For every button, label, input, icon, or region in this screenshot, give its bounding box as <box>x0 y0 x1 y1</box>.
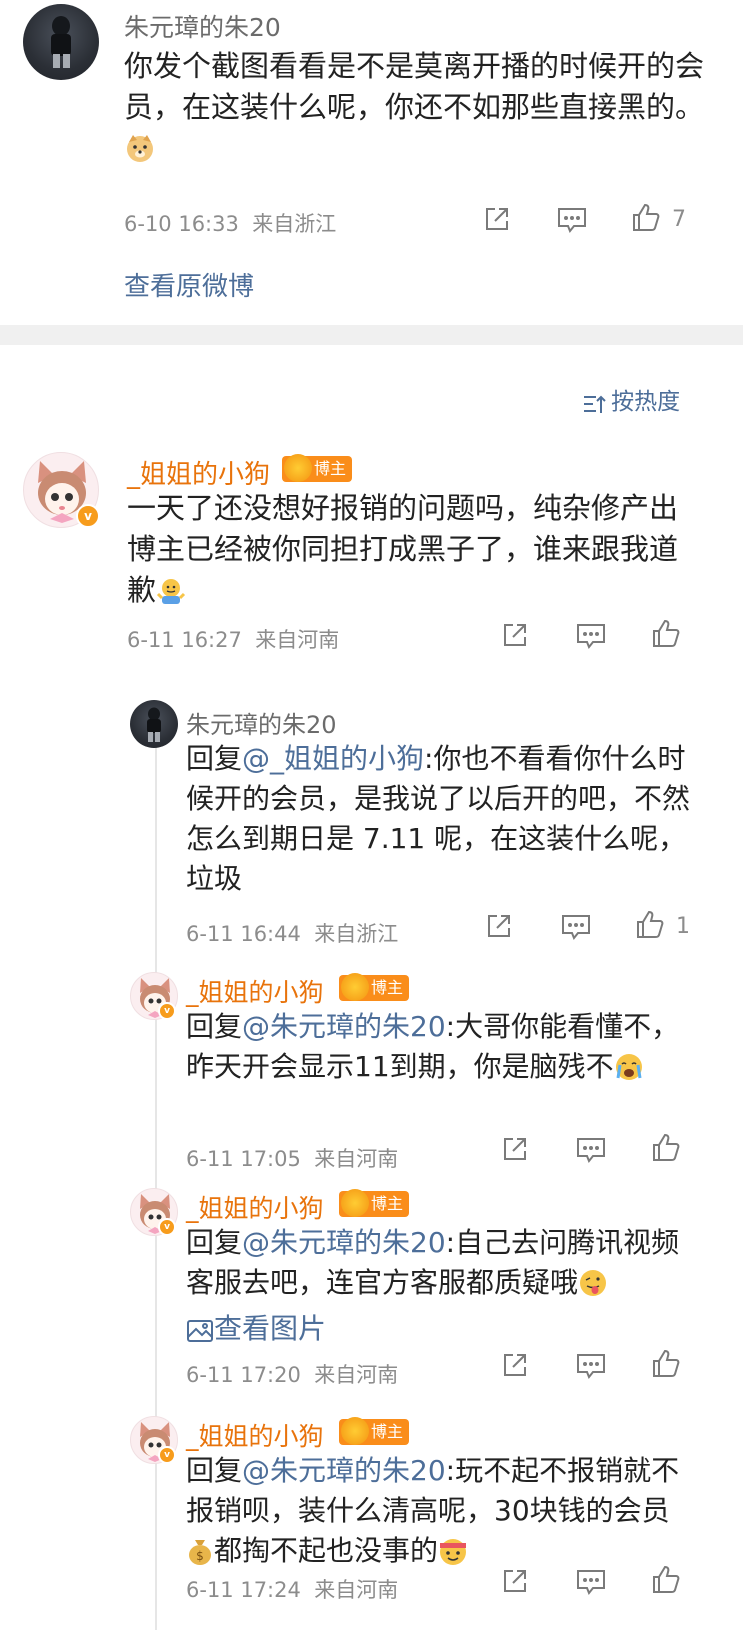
sort-toggle[interactable]: 按热度 <box>582 382 680 419</box>
like-count: 1 <box>676 914 690 939</box>
like-count: 7 <box>672 207 686 232</box>
sort-icon <box>582 393 606 419</box>
mention-link[interactable]: @_姐姐的小狗 <box>242 742 424 775</box>
reply-text: 回复@_姐姐的小狗:你也不看看你什么时候开的会员，是我说了以后开的吧，不然怎么到… <box>186 742 691 895</box>
headband-emoji-icon <box>438 1536 468 1577</box>
comment-icon[interactable] <box>560 912 592 946</box>
like-icon[interactable] <box>634 909 666 945</box>
mention-link[interactable]: @朱元璋的朱20 <box>242 1010 446 1043</box>
comment-meta: 6-10 16:33 来自浙江 <box>124 212 337 236</box>
like-icon[interactable] <box>650 1564 682 1600</box>
reply-username[interactable]: 朱元璋的朱20 <box>186 705 337 740</box>
view-original-weibo-link[interactable]: 查看原微博 <box>124 266 254 303</box>
like-icon[interactable] <box>630 202 662 238</box>
reply-meta: 6-11 17:24 来自河南 <box>186 1578 399 1602</box>
reply-meta: 6-11 17:20 来自河南 <box>186 1363 399 1387</box>
image-icon <box>186 1315 214 1355</box>
share-icon[interactable] <box>500 1566 530 1600</box>
like-icon[interactable] <box>650 1132 682 1168</box>
verified-badge-icon: v <box>158 1218 176 1236</box>
share-icon[interactable] <box>500 1350 530 1384</box>
blogger-badge: 博主 <box>339 1417 410 1445</box>
share-icon[interactable] <box>500 620 530 654</box>
reply-username[interactable]: _姐姐的小狗 <box>186 1417 324 1453</box>
share-icon[interactable] <box>500 1134 530 1168</box>
reply-text: 回复@朱元璋的朱20:自己去问腾讯视频客服去吧，连官方客服都质疑哦 查看图片 <box>186 1223 691 1355</box>
comment-icon[interactable] <box>575 1567 607 1601</box>
doge-emoji-icon <box>124 132 156 175</box>
crown-icon <box>341 973 369 1001</box>
crown-icon <box>284 454 312 482</box>
reply-meta: 6-11 16:44 来自浙江 <box>186 922 399 946</box>
mention-link[interactable]: @朱元璋的朱20 <box>242 1226 446 1259</box>
mention-link[interactable]: @朱元璋的朱20 <box>242 1454 446 1487</box>
avatar[interactable] <box>130 700 178 748</box>
crown-icon <box>341 1417 369 1445</box>
comment-meta: 6-11 16:27 来自河南 <box>127 628 340 652</box>
reply-meta: 6-11 17:05 来自河南 <box>186 1147 399 1171</box>
comment-text: 你发个截图看看是不是莫离开播的时候开的会员，在这装什么呢，你还不如那些直接黑的。 <box>124 46 704 175</box>
comment-username[interactable]: _姐姐的小狗 <box>127 454 270 491</box>
reply-username[interactable]: _姐姐的小狗 <box>186 973 324 1009</box>
share-icon[interactable] <box>484 911 514 945</box>
reply-text: 回复@朱元璋的朱20:玩不起不报销就不报销呗，装什么清高呢，30块钱的会员 $ 都掏… <box>186 1451 691 1577</box>
reply-text: 回复@朱元璋的朱20:大哥你能看懂不，昨天开会显示11到期，你是脑残不 <box>186 1007 691 1093</box>
blogger-badge: 博主 <box>339 973 410 1001</box>
comment-icon[interactable] <box>556 205 588 239</box>
view-image-link[interactable]: 查看图片 <box>186 1312 326 1345</box>
comment-icon[interactable] <box>575 1351 607 1385</box>
blogger-badge: 博主 <box>282 454 353 482</box>
comment-text: 一天了还没想好报销的问题吗，纯杂修产出博主已经被你同担打成黑子了，谁来跟我道歉 <box>127 488 697 617</box>
comment-icon[interactable] <box>575 1135 607 1169</box>
crown-icon <box>341 1189 369 1217</box>
crying-emoji-icon <box>614 1052 644 1093</box>
comment-username[interactable]: 朱元璋的朱20 <box>124 8 281 44</box>
comment-icon[interactable] <box>575 621 607 655</box>
share-icon[interactable] <box>482 204 512 238</box>
shrug-emoji-icon <box>156 576 186 617</box>
avatar[interactable] <box>23 4 99 80</box>
money-bag-emoji-icon: $ <box>186 1536 214 1577</box>
blogger-badge: 博主 <box>339 1189 410 1217</box>
reply-username[interactable]: _姐姐的小狗 <box>186 1189 324 1225</box>
section-divider <box>0 325 743 345</box>
verified-badge-icon: v <box>158 1002 176 1020</box>
like-icon[interactable] <box>650 1348 682 1384</box>
thread-line <box>155 720 157 1630</box>
verified-badge-icon: v <box>76 504 100 528</box>
tongue-emoji-icon <box>578 1268 608 1309</box>
verified-badge-icon: v <box>158 1446 176 1464</box>
like-icon[interactable] <box>650 618 682 654</box>
svg-text:$: $ <box>196 1549 204 1563</box>
